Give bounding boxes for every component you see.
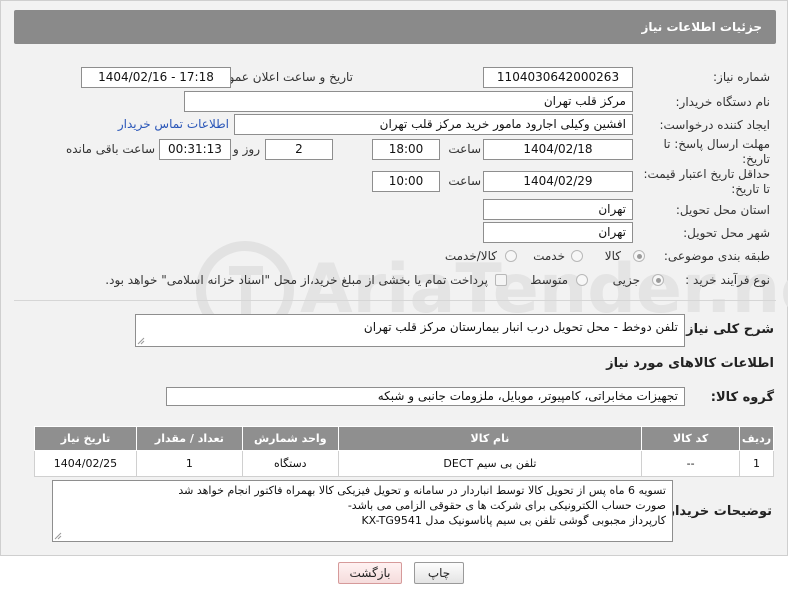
treasury-payment-note: پرداخت تمام یا بخشی از مبلغ خرید،از محل … [105, 273, 488, 287]
city-field: تهران [483, 222, 633, 243]
time-remaining-label: ساعت باقی مانده [65, 142, 155, 156]
resize-handle-icon[interactable] [54, 532, 62, 540]
deadline-label: مهلت ارسال پاسخ: تا [663, 137, 770, 151]
creator-field: افشین وکیلی اجارود مامور خرید مرکز قلب ت… [234, 114, 633, 135]
announce-field: 1404/02/16 - 17:18 [81, 67, 231, 88]
goods-section-title: اطلاعات کالاهای مورد نیاز [606, 356, 774, 371]
buyer-notes-line: صورت حساب الکترونیکی برای شرکت ها ی حقوق… [347, 499, 666, 512]
goods-group-label: گروه کالا: [710, 390, 774, 405]
cell-date: 1404/02/25 [34, 450, 137, 477]
category-radio-service[interactable] [571, 250, 583, 262]
goods-table: ردیف کد کالا نام کالا واحد شمارش تعداد /… [34, 426, 774, 477]
deadline-time-field: 18:00 [372, 139, 440, 160]
buyer-org-field: مرکز قلب تهران [184, 91, 633, 112]
validity-time-field: 10:00 [372, 171, 440, 192]
category-radio-goods[interactable] [633, 250, 645, 262]
category-option-service: خدمت [533, 249, 565, 263]
time-remaining-field: 00:31:13 [159, 139, 231, 160]
validity-time-label: ساعت [448, 174, 481, 188]
deadline-date-field: 1404/02/18 [483, 139, 633, 160]
buyer-org-label: نام دستگاه خریدار: [675, 95, 771, 109]
category-option-goods: کالا [604, 249, 621, 263]
deadline-time-label: ساعت [448, 142, 481, 156]
col-name: نام کالا [337, 426, 643, 451]
section-divider [14, 300, 776, 301]
need-number-field: 1104030642000263 [483, 67, 633, 88]
page-header: جزئیات اطلاعات نیاز [14, 10, 776, 44]
category-option-goods-service: کالا/خدمت [444, 249, 497, 263]
city-label: شهر محل تحویل: [683, 226, 770, 240]
process-radio-medium[interactable] [576, 274, 588, 286]
category-radio-goods-service[interactable] [505, 250, 517, 262]
deadline-label-date: تاریخ: [742, 152, 770, 166]
resize-handle-icon[interactable] [137, 337, 145, 345]
treasury-payment-checkbox[interactable] [495, 274, 507, 286]
days-label: روز و [233, 142, 260, 156]
province-label: استان محل تحویل: [675, 203, 770, 217]
col-unit: واحد شمارش [241, 426, 339, 451]
cell-row: 1 [739, 450, 774, 477]
back-button[interactable]: بازگشت [338, 562, 402, 584]
creator-label: ایجاد کننده درخواست: [659, 118, 770, 132]
process-option-medium: متوسط [530, 273, 568, 287]
goods-group-field: تجهیزات مخابراتی، کامپیوتر، موبایل، ملزو… [166, 387, 685, 406]
need-number-label: شماره نیاز: [713, 70, 770, 84]
col-qty: تعداد / مقدار [135, 426, 243, 451]
days-remaining-field: 2 [265, 139, 333, 160]
description-label: شرح کلی نیاز: [680, 322, 774, 337]
category-label: طبقه بندی موضوعی: [663, 249, 770, 263]
validity-label-date: تا تاریخ: [731, 182, 770, 196]
contact-info-link[interactable]: اطلاعات تماس خریدار [118, 117, 229, 131]
buyer-notes-label: توضیحات خریدار: [662, 504, 772, 519]
buyer-notes-textarea[interactable]: تسویه 6 ماه پس از تحویل کالا توسط انبارد… [52, 480, 673, 542]
goods-table-header: ردیف کد کالا نام کالا واحد شمارش تعداد /… [34, 426, 774, 451]
process-label: نوع فرآیند خرید : [685, 273, 770, 287]
description-textarea[interactable]: تلفن دوخط - محل تحویل درب انبار بیمارستا… [135, 314, 685, 347]
process-radio-partial[interactable] [652, 274, 664, 286]
validity-date-field: 1404/02/29 [483, 171, 633, 192]
cell-qty: 1 [135, 450, 243, 477]
print-button[interactable]: چاپ [414, 562, 464, 584]
col-row: ردیف [739, 426, 774, 451]
process-option-partial: جزیی [612, 273, 640, 287]
cell-code: -- [641, 450, 741, 477]
buyer-notes-line: تسویه 6 ماه پس از تحویل کالا توسط انبارد… [178, 484, 666, 497]
buyer-notes-line: کارپرداز مجبوبی گوشی تلفن بی سیم پاناسون… [361, 514, 666, 527]
col-code: کد کالا [641, 426, 741, 451]
col-date: تاریخ نیاز [34, 426, 137, 451]
cell-name: تلفن بی سیم DECT [337, 450, 643, 477]
table-row: 1 -- تلفن بی سیم DECT دستگاه 1 1404/02/2… [34, 450, 774, 477]
cell-unit: دستگاه [241, 450, 339, 477]
validity-label: حداقل تاریخ اعتبار قیمت: [643, 167, 770, 181]
province-field: تهران [483, 199, 633, 220]
